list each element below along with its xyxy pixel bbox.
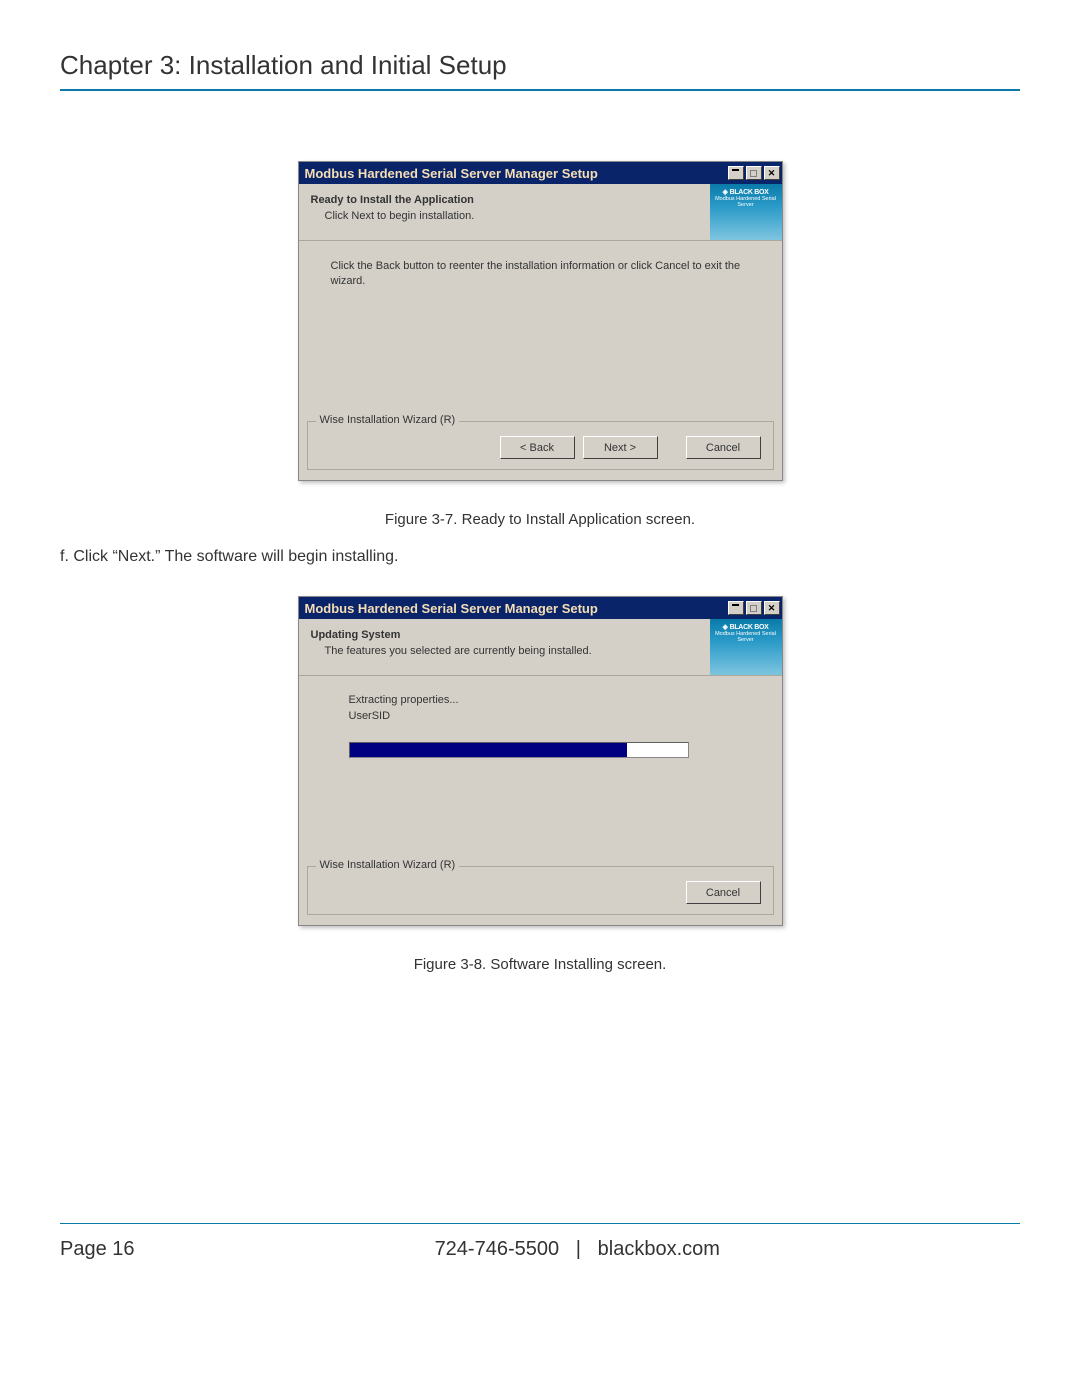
diamond-icon: ◈ [722,623,727,631]
progress-label: Extracting properties... [349,694,760,706]
installer-dialog-ready: Modbus Hardened Serial Server Manager Se… [298,161,783,481]
figure-caption-2: Figure 3-8. Software Installing screen. [60,956,1020,973]
page-number: Page 16 [60,1238,135,1261]
brand-name: BLACK BOX [730,624,769,631]
header-subtitle: The features you selected are currently … [311,645,698,657]
close-icon[interactable]: ✕ [764,601,780,615]
chapter-heading: Chapter 3: Installation and Initial Setu… [60,50,1020,91]
dialog-content: Extracting properties... UserSID [299,676,782,866]
footer-site: blackbox.com [598,1238,720,1260]
brand-logo: ◈BLACK BOX Modbus Hardened Serial Server [710,184,782,240]
header-title: Ready to Install the Application [311,194,698,206]
header-subtitle: Click Next to begin installation. [311,210,698,222]
brand-sub: Modbus Hardened Serial Server [710,197,782,208]
progress-bar [349,742,689,758]
instruction-text: Click the Back button to reenter the ins… [331,259,760,290]
figure-caption-1: Figure 3-7. Ready to Install Application… [60,511,1020,528]
titlebar: Modbus Hardened Serial Server Manager Se… [299,162,782,184]
back-button[interactable]: < Back [500,436,575,459]
window-title: Modbus Hardened Serial Server Manager Se… [305,601,726,616]
brand-sub: Modbus Hardened Serial Server [710,632,782,643]
minimize-icon[interactable] [728,601,744,615]
window-title: Modbus Hardened Serial Server Manager Se… [305,166,726,181]
dialog-header: Updating System The features you selecte… [299,619,782,676]
maximize-icon [746,601,762,615]
wizard-fieldset: Wise Installation Wizard (R) Cancel [307,866,774,915]
minimize-icon[interactable] [728,166,744,180]
header-title: Updating System [311,629,698,641]
footer-sep: | [576,1238,581,1260]
body-step-text: f. Click “Next.” The software will begin… [60,548,1020,566]
footer-rule [60,1223,1020,1224]
cancel-button[interactable]: Cancel [686,881,761,904]
next-button[interactable]: Next > [583,436,658,459]
dialog-content: Click the Back button to reenter the ins… [299,241,782,421]
footer-phone: 724-746-5500 [435,1238,560,1260]
diamond-icon: ◈ [722,188,727,196]
brand-logo: ◈BLACK BOX Modbus Hardened Serial Server [710,619,782,675]
close-icon[interactable]: ✕ [764,166,780,180]
progress-item: UserSID [349,710,760,722]
titlebar: Modbus Hardened Serial Server Manager Se… [299,597,782,619]
dialog-header: Ready to Install the Application Click N… [299,184,782,241]
wizard-fieldset: Wise Installation Wizard (R) < Back Next… [307,421,774,470]
fieldset-legend: Wise Installation Wizard (R) [316,414,460,426]
fieldset-legend: Wise Installation Wizard (R) [316,859,460,871]
installer-dialog-updating: Modbus Hardened Serial Server Manager Se… [298,596,783,926]
page-footer: Page 16 724-746-5500 | blackbox.com [60,1238,1020,1261]
brand-name: BLACK BOX [730,189,769,196]
maximize-icon [746,166,762,180]
progress-fill [350,743,627,757]
cancel-button[interactable]: Cancel [686,436,761,459]
